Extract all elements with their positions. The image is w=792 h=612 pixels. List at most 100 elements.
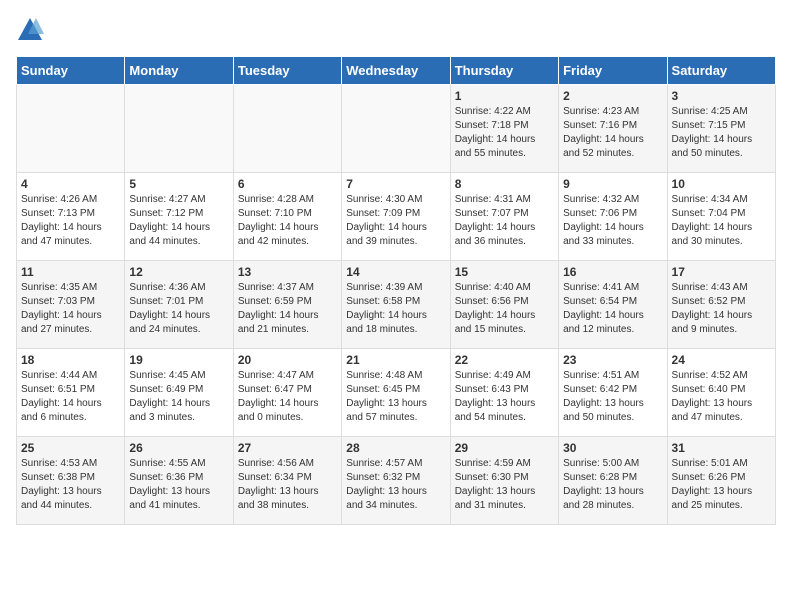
- day-info: Sunrise: 4:48 AM Sunset: 6:45 PM Dayligh…: [346, 369, 445, 425]
- day-number: 25: [21, 441, 120, 455]
- day-info: Sunrise: 4:52 AM Sunset: 6:40 PM Dayligh…: [672, 369, 771, 425]
- calendar-day-cell: 28 Sunrise: 4:57 AM Sunset: 6:32 PM Dayli…: [342, 437, 450, 525]
- calendar-day-cell: 30 Sunrise: 5:00 AM Sunset: 6:28 PM Dayli…: [559, 437, 667, 525]
- day-info: Sunrise: 4:44 AM Sunset: 6:51 PM Dayligh…: [21, 369, 120, 425]
- calendar-header-row: SundayMondayTuesdayWednesdayThursdayFrid…: [17, 57, 776, 85]
- day-info: Sunrise: 5:00 AM Sunset: 6:28 PM Dayligh…: [563, 457, 662, 513]
- day-number: 8: [455, 177, 554, 191]
- calendar-day-cell: 2 Sunrise: 4:23 AM Sunset: 7:16 PM Daylig…: [559, 85, 667, 173]
- day-of-week-header: Tuesday: [233, 57, 341, 85]
- calendar-day-cell: 15 Sunrise: 4:40 AM Sunset: 6:56 PM Dayli…: [450, 261, 558, 349]
- calendar-day-cell: 12Sunrise: 4:36 AM Sunset: 7:01 PM Dayli…: [125, 261, 233, 349]
- calendar-day-cell: 3Sunrise: 4:25 AM Sunset: 7:15 PM Daylig…: [667, 85, 775, 173]
- day-info: Sunrise: 4:31 AM Sunset: 7:07 PM Dayligh…: [455, 193, 554, 249]
- day-number: 30: [563, 441, 662, 455]
- day-info: Sunrise: 4:27 AM Sunset: 7:12 PM Dayligh…: [129, 193, 228, 249]
- calendar-day-cell: 31 Sunrise: 5:01 AM Sunset: 6:26 PM Dayli…: [667, 437, 775, 525]
- day-of-week-header: Friday: [559, 57, 667, 85]
- day-number: 7: [346, 177, 445, 191]
- day-number: 27: [238, 441, 337, 455]
- day-of-week-header: Sunday: [17, 57, 125, 85]
- day-number: 12: [129, 265, 228, 279]
- day-info: Sunrise: 5:01 AM Sunset: 6:26 PM Dayligh…: [672, 457, 771, 513]
- day-info: Sunrise: 4:55 AM Sunset: 6:36 PM Dayligh…: [129, 457, 228, 513]
- day-number: 31: [672, 441, 771, 455]
- calendar-day-cell: 6Sunrise: 4:28 AM Sunset: 7:10 PM Daylig…: [233, 173, 341, 261]
- calendar-week-row: 18 Sunrise: 4:44 AM Sunset: 6:51 PM Dayli…: [17, 349, 776, 437]
- day-info: Sunrise: 4:56 AM Sunset: 6:34 PM Dayligh…: [238, 457, 337, 513]
- calendar-day-cell: 29 Sunrise: 4:59 AM Sunset: 6:30 PM Dayli…: [450, 437, 558, 525]
- day-info: Sunrise: 4:43 AM Sunset: 6:52 PM Dayligh…: [672, 281, 771, 337]
- day-number: 22: [455, 353, 554, 367]
- day-of-week-header: Saturday: [667, 57, 775, 85]
- calendar-day-cell: 10 Sunrise: 4:34 AM Sunset: 7:04 PM Dayli…: [667, 173, 775, 261]
- calendar-day-cell: 25Sunrise: 4:53 AM Sunset: 6:38 PM Dayli…: [17, 437, 125, 525]
- day-of-week-header: Thursday: [450, 57, 558, 85]
- day-number: 28: [346, 441, 445, 455]
- logo: [16, 16, 48, 44]
- calendar-day-cell: [342, 85, 450, 173]
- day-number: 24: [672, 353, 771, 367]
- calendar-day-cell: 17 Sunrise: 4:43 AM Sunset: 6:52 PM Dayli…: [667, 261, 775, 349]
- day-info: Sunrise: 4:32 AM Sunset: 7:06 PM Dayligh…: [563, 193, 662, 249]
- calendar-day-cell: 9 Sunrise: 4:32 AM Sunset: 7:06 PM Daylig…: [559, 173, 667, 261]
- day-number: 13: [238, 265, 337, 279]
- calendar-day-cell: 26 Sunrise: 4:55 AM Sunset: 6:36 PM Dayli…: [125, 437, 233, 525]
- day-info: Sunrise: 4:41 AM Sunset: 6:54 PM Dayligh…: [563, 281, 662, 337]
- day-info: Sunrise: 4:37 AM Sunset: 6:59 PM Dayligh…: [238, 281, 337, 337]
- day-info: Sunrise: 4:57 AM Sunset: 6:32 PM Dayligh…: [346, 457, 445, 513]
- calendar-day-cell: 20Sunrise: 4:47 AM Sunset: 6:47 PM Dayli…: [233, 349, 341, 437]
- calendar-day-cell: [233, 85, 341, 173]
- calendar-day-cell: 7 Sunrise: 4:30 AM Sunset: 7:09 PM Daylig…: [342, 173, 450, 261]
- day-of-week-header: Wednesday: [342, 57, 450, 85]
- calendar-day-cell: 8 Sunrise: 4:31 AM Sunset: 7:07 PM Daylig…: [450, 173, 558, 261]
- day-number: 16: [563, 265, 662, 279]
- header: [16, 16, 776, 44]
- calendar-week-row: 4 Sunrise: 4:26 AM Sunset: 7:13 PM Daylig…: [17, 173, 776, 261]
- day-number: 1: [455, 89, 554, 103]
- day-number: 4: [21, 177, 120, 191]
- calendar-day-cell: 27 Sunrise: 4:56 AM Sunset: 6:34 PM Dayli…: [233, 437, 341, 525]
- day-number: 10: [672, 177, 771, 191]
- calendar-table: SundayMondayTuesdayWednesdayThursdayFrid…: [16, 56, 776, 525]
- day-number: 17: [672, 265, 771, 279]
- calendar-day-cell: 13 Sunrise: 4:37 AM Sunset: 6:59 PM Dayli…: [233, 261, 341, 349]
- day-info: Sunrise: 4:35 AM Sunset: 7:03 PM Dayligh…: [21, 281, 120, 337]
- day-number: 15: [455, 265, 554, 279]
- calendar-day-cell: 4 Sunrise: 4:26 AM Sunset: 7:13 PM Daylig…: [17, 173, 125, 261]
- calendar-day-cell: 18 Sunrise: 4:44 AM Sunset: 6:51 PM Dayli…: [17, 349, 125, 437]
- day-number: 3: [672, 89, 771, 103]
- day-info: Sunrise: 4:40 AM Sunset: 6:56 PM Dayligh…: [455, 281, 554, 337]
- calendar-day-cell: [17, 85, 125, 173]
- calendar-week-row: 1Sunrise: 4:22 AM Sunset: 7:18 PM Daylig…: [17, 85, 776, 173]
- day-info: Sunrise: 4:39 AM Sunset: 6:58 PM Dayligh…: [346, 281, 445, 337]
- day-number: 2: [563, 89, 662, 103]
- day-number: 26: [129, 441, 228, 455]
- day-info: Sunrise: 4:26 AM Sunset: 7:13 PM Dayligh…: [21, 193, 120, 249]
- calendar-day-cell: 21 Sunrise: 4:48 AM Sunset: 6:45 PM Dayli…: [342, 349, 450, 437]
- calendar-day-cell: 1Sunrise: 4:22 AM Sunset: 7:18 PM Daylig…: [450, 85, 558, 173]
- day-info: Sunrise: 4:45 AM Sunset: 6:49 PM Dayligh…: [129, 369, 228, 425]
- day-number: 11: [21, 265, 120, 279]
- calendar-day-cell: 23Sunrise: 4:51 AM Sunset: 6:42 PM Dayli…: [559, 349, 667, 437]
- day-number: 23: [563, 353, 662, 367]
- day-of-week-header: Monday: [125, 57, 233, 85]
- calendar-day-cell: 19 Sunrise: 4:45 AM Sunset: 6:49 PM Dayli…: [125, 349, 233, 437]
- day-info: Sunrise: 4:59 AM Sunset: 6:30 PM Dayligh…: [455, 457, 554, 513]
- day-number: 18: [21, 353, 120, 367]
- day-number: 6: [238, 177, 337, 191]
- calendar-day-cell: 22 Sunrise: 4:49 AM Sunset: 6:43 PM Dayli…: [450, 349, 558, 437]
- day-info: Sunrise: 4:23 AM Sunset: 7:16 PM Dayligh…: [563, 105, 662, 161]
- day-info: Sunrise: 4:34 AM Sunset: 7:04 PM Dayligh…: [672, 193, 771, 249]
- day-number: 9: [563, 177, 662, 191]
- day-info: Sunrise: 4:47 AM Sunset: 6:47 PM Dayligh…: [238, 369, 337, 425]
- calendar-day-cell: 11 Sunrise: 4:35 AM Sunset: 7:03 PM Dayli…: [17, 261, 125, 349]
- day-number: 19: [129, 353, 228, 367]
- calendar-week-row: 11 Sunrise: 4:35 AM Sunset: 7:03 PM Dayli…: [17, 261, 776, 349]
- day-info: Sunrise: 4:49 AM Sunset: 6:43 PM Dayligh…: [455, 369, 554, 425]
- calendar-week-row: 25Sunrise: 4:53 AM Sunset: 6:38 PM Dayli…: [17, 437, 776, 525]
- day-info: Sunrise: 4:30 AM Sunset: 7:09 PM Dayligh…: [346, 193, 445, 249]
- day-number: 21: [346, 353, 445, 367]
- logo-icon: [16, 16, 44, 44]
- day-number: 29: [455, 441, 554, 455]
